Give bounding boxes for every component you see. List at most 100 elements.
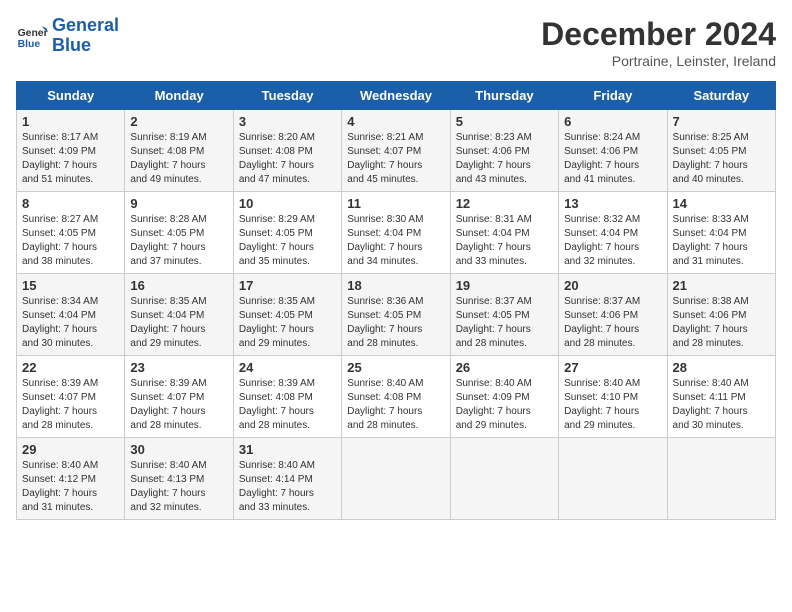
day-info: Sunrise: 8:35 AM Sunset: 4:05 PM Dayligh…	[239, 295, 336, 351]
calendar-cell: 8 Sunrise: 8:27 AM Sunset: 4:05 PM Dayli…	[17, 192, 125, 274]
calendar-cell	[559, 438, 667, 520]
title-block: December 2024 Portraine, Leinster, Irela…	[541, 16, 776, 69]
calendar-cell	[667, 438, 775, 520]
day-info: Sunrise: 8:40 AM Sunset: 4:09 PM Dayligh…	[456, 377, 553, 433]
page-header: General Blue General Blue December 2024 …	[16, 16, 776, 69]
day-info: Sunrise: 8:37 AM Sunset: 4:05 PM Dayligh…	[456, 295, 553, 351]
day-number: 28	[673, 360, 770, 375]
day-number: 3	[239, 114, 336, 129]
week-row-5: 29 Sunrise: 8:40 AM Sunset: 4:12 PM Dayl…	[17, 438, 776, 520]
day-info: Sunrise: 8:39 AM Sunset: 4:07 PM Dayligh…	[130, 377, 227, 433]
day-info: Sunrise: 8:38 AM Sunset: 4:06 PM Dayligh…	[673, 295, 770, 351]
calendar-cell	[342, 438, 450, 520]
day-info: Sunrise: 8:34 AM Sunset: 4:04 PM Dayligh…	[22, 295, 119, 351]
calendar-cell: 4 Sunrise: 8:21 AM Sunset: 4:07 PM Dayli…	[342, 110, 450, 192]
day-number: 5	[456, 114, 553, 129]
day-number: 2	[130, 114, 227, 129]
calendar-cell: 7 Sunrise: 8:25 AM Sunset: 4:05 PM Dayli…	[667, 110, 775, 192]
header-sunday: Sunday	[17, 82, 125, 110]
header-wednesday: Wednesday	[342, 82, 450, 110]
day-info: Sunrise: 8:19 AM Sunset: 4:08 PM Dayligh…	[130, 131, 227, 187]
calendar-cell: 24 Sunrise: 8:39 AM Sunset: 4:08 PM Dayl…	[233, 356, 341, 438]
day-info: Sunrise: 8:27 AM Sunset: 4:05 PM Dayligh…	[22, 213, 119, 269]
svg-text:Blue: Blue	[18, 39, 41, 50]
day-number: 15	[22, 278, 119, 293]
day-number: 29	[22, 442, 119, 457]
calendar-cell: 19 Sunrise: 8:37 AM Sunset: 4:05 PM Dayl…	[450, 274, 558, 356]
day-number: 14	[673, 196, 770, 211]
day-info: Sunrise: 8:33 AM Sunset: 4:04 PM Dayligh…	[673, 213, 770, 269]
day-info: Sunrise: 8:39 AM Sunset: 4:08 PM Dayligh…	[239, 377, 336, 433]
week-row-1: 1 Sunrise: 8:17 AM Sunset: 4:09 PM Dayli…	[17, 110, 776, 192]
svg-text:General: General	[18, 28, 48, 39]
day-info: Sunrise: 8:36 AM Sunset: 4:05 PM Dayligh…	[347, 295, 444, 351]
day-number: 6	[564, 114, 661, 129]
logo-icon: General Blue	[16, 20, 48, 52]
location: Portraine, Leinster, Ireland	[541, 53, 776, 69]
header-tuesday: Tuesday	[233, 82, 341, 110]
day-info: Sunrise: 8:31 AM Sunset: 4:04 PM Dayligh…	[456, 213, 553, 269]
day-number: 16	[130, 278, 227, 293]
calendar-cell: 2 Sunrise: 8:19 AM Sunset: 4:08 PM Dayli…	[125, 110, 233, 192]
day-info: Sunrise: 8:25 AM Sunset: 4:05 PM Dayligh…	[673, 131, 770, 187]
day-info: Sunrise: 8:30 AM Sunset: 4:04 PM Dayligh…	[347, 213, 444, 269]
calendar-cell: 17 Sunrise: 8:35 AM Sunset: 4:05 PM Dayl…	[233, 274, 341, 356]
day-info: Sunrise: 8:40 AM Sunset: 4:11 PM Dayligh…	[673, 377, 770, 433]
day-number: 19	[456, 278, 553, 293]
calendar-cell: 5 Sunrise: 8:23 AM Sunset: 4:06 PM Dayli…	[450, 110, 558, 192]
day-info: Sunrise: 8:20 AM Sunset: 4:08 PM Dayligh…	[239, 131, 336, 187]
calendar-table: Sunday Monday Tuesday Wednesday Thursday…	[16, 81, 776, 520]
day-number: 8	[22, 196, 119, 211]
calendar-cell: 15 Sunrise: 8:34 AM Sunset: 4:04 PM Dayl…	[17, 274, 125, 356]
month-title: December 2024	[541, 16, 776, 53]
day-info: Sunrise: 8:40 AM Sunset: 4:08 PM Dayligh…	[347, 377, 444, 433]
calendar-cell: 27 Sunrise: 8:40 AM Sunset: 4:10 PM Dayl…	[559, 356, 667, 438]
day-number: 11	[347, 196, 444, 211]
day-info: Sunrise: 8:24 AM Sunset: 4:06 PM Dayligh…	[564, 131, 661, 187]
day-number: 21	[673, 278, 770, 293]
calendar-cell: 18 Sunrise: 8:36 AM Sunset: 4:05 PM Dayl…	[342, 274, 450, 356]
calendar-cell: 22 Sunrise: 8:39 AM Sunset: 4:07 PM Dayl…	[17, 356, 125, 438]
day-number: 9	[130, 196, 227, 211]
day-number: 23	[130, 360, 227, 375]
logo-text-line1: General	[52, 16, 119, 36]
calendar-cell: 12 Sunrise: 8:31 AM Sunset: 4:04 PM Dayl…	[450, 192, 558, 274]
calendar-cell	[450, 438, 558, 520]
calendar-cell: 6 Sunrise: 8:24 AM Sunset: 4:06 PM Dayli…	[559, 110, 667, 192]
day-number: 7	[673, 114, 770, 129]
logo: General Blue General Blue	[16, 16, 119, 56]
day-number: 26	[456, 360, 553, 375]
day-number: 12	[456, 196, 553, 211]
header-thursday: Thursday	[450, 82, 558, 110]
day-info: Sunrise: 8:40 AM Sunset: 4:10 PM Dayligh…	[564, 377, 661, 433]
calendar-cell: 30 Sunrise: 8:40 AM Sunset: 4:13 PM Dayl…	[125, 438, 233, 520]
calendar-cell: 1 Sunrise: 8:17 AM Sunset: 4:09 PM Dayli…	[17, 110, 125, 192]
day-number: 20	[564, 278, 661, 293]
day-number: 22	[22, 360, 119, 375]
day-info: Sunrise: 8:32 AM Sunset: 4:04 PM Dayligh…	[564, 213, 661, 269]
calendar-cell: 20 Sunrise: 8:37 AM Sunset: 4:06 PM Dayl…	[559, 274, 667, 356]
calendar-cell: 23 Sunrise: 8:39 AM Sunset: 4:07 PM Dayl…	[125, 356, 233, 438]
calendar-cell: 29 Sunrise: 8:40 AM Sunset: 4:12 PM Dayl…	[17, 438, 125, 520]
day-info: Sunrise: 8:40 AM Sunset: 4:13 PM Dayligh…	[130, 459, 227, 515]
day-info: Sunrise: 8:40 AM Sunset: 4:12 PM Dayligh…	[22, 459, 119, 515]
day-info: Sunrise: 8:17 AM Sunset: 4:09 PM Dayligh…	[22, 131, 119, 187]
calendar-cell: 25 Sunrise: 8:40 AM Sunset: 4:08 PM Dayl…	[342, 356, 450, 438]
header-monday: Monday	[125, 82, 233, 110]
day-info: Sunrise: 8:35 AM Sunset: 4:04 PM Dayligh…	[130, 295, 227, 351]
calendar-cell: 21 Sunrise: 8:38 AM Sunset: 4:06 PM Dayl…	[667, 274, 775, 356]
calendar-cell: 13 Sunrise: 8:32 AM Sunset: 4:04 PM Dayl…	[559, 192, 667, 274]
calendar-cell: 14 Sunrise: 8:33 AM Sunset: 4:04 PM Dayl…	[667, 192, 775, 274]
day-number: 25	[347, 360, 444, 375]
week-row-2: 8 Sunrise: 8:27 AM Sunset: 4:05 PM Dayli…	[17, 192, 776, 274]
calendar-cell: 10 Sunrise: 8:29 AM Sunset: 4:05 PM Dayl…	[233, 192, 341, 274]
calendar-cell: 26 Sunrise: 8:40 AM Sunset: 4:09 PM Dayl…	[450, 356, 558, 438]
day-info: Sunrise: 8:28 AM Sunset: 4:05 PM Dayligh…	[130, 213, 227, 269]
logo-text-line2: Blue	[52, 36, 119, 56]
calendar-cell: 31 Sunrise: 8:40 AM Sunset: 4:14 PM Dayl…	[233, 438, 341, 520]
day-info: Sunrise: 8:29 AM Sunset: 4:05 PM Dayligh…	[239, 213, 336, 269]
calendar-cell: 9 Sunrise: 8:28 AM Sunset: 4:05 PM Dayli…	[125, 192, 233, 274]
header-friday: Friday	[559, 82, 667, 110]
day-info: Sunrise: 8:23 AM Sunset: 4:06 PM Dayligh…	[456, 131, 553, 187]
day-number: 10	[239, 196, 336, 211]
